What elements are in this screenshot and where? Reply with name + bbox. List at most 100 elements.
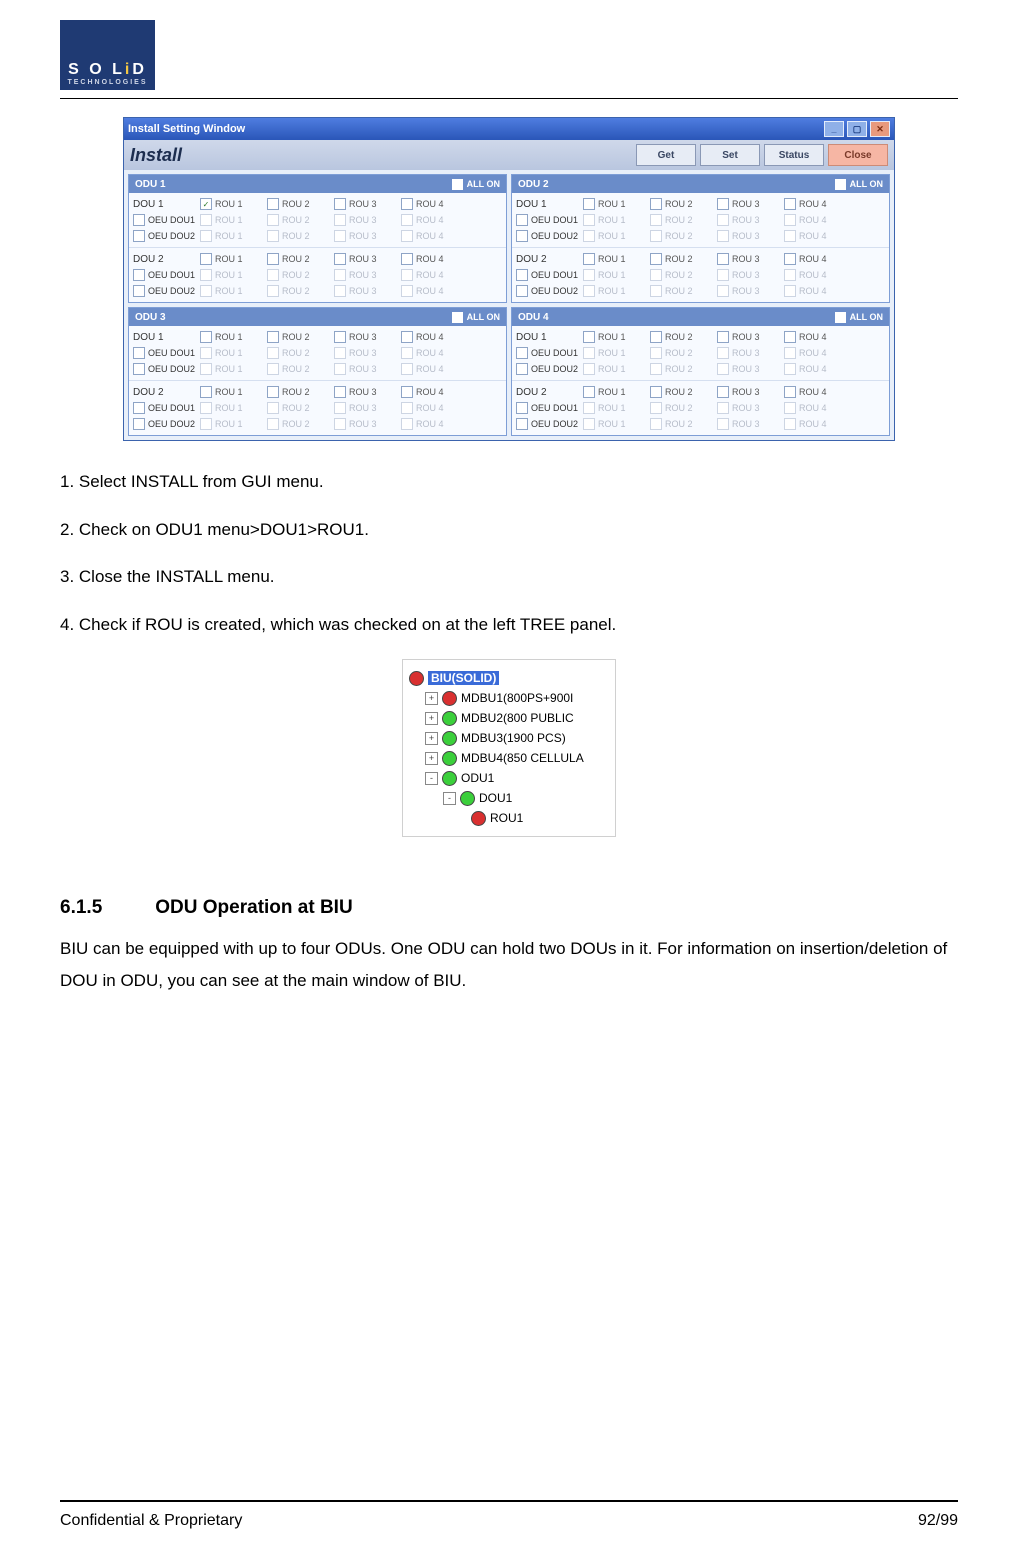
tree-item[interactable]: +MDBU2(800 PUBLIC <box>409 708 609 728</box>
rou-cell[interactable]: ROU 2 <box>267 198 329 210</box>
checkbox-icon[interactable] <box>133 285 145 297</box>
all-on[interactable]: ALL ON <box>835 179 883 190</box>
checkbox-icon[interactable] <box>401 347 413 359</box>
checkbox-icon[interactable] <box>133 402 145 414</box>
rou-cell[interactable]: ROU 1 <box>583 285 645 297</box>
checkbox-icon[interactable] <box>200 402 212 414</box>
checkbox-icon[interactable] <box>133 347 145 359</box>
checkbox-icon[interactable] <box>784 214 796 226</box>
checkbox-icon[interactable] <box>717 214 729 226</box>
checkbox-icon[interactable] <box>516 285 528 297</box>
checkbox-icon[interactable] <box>267 285 279 297</box>
tree-item[interactable]: +MDBU3(1900 PCS) <box>409 728 609 748</box>
rou-cell[interactable]: ROU 4 <box>401 198 463 210</box>
rou-cell[interactable]: ROU 2 <box>267 230 329 242</box>
rou-cell[interactable]: ROU 1 <box>200 347 262 359</box>
rou-cell[interactable]: ROU 4 <box>784 363 846 375</box>
checkbox-icon[interactable] <box>334 230 346 242</box>
checkbox-icon[interactable] <box>784 402 796 414</box>
rou-cell[interactable]: ROU 2 <box>267 214 329 226</box>
checkbox-icon[interactable] <box>717 230 729 242</box>
rou-cell[interactable]: ROU 2 <box>650 347 712 359</box>
checkbox-icon[interactable] <box>334 214 346 226</box>
checkbox-icon[interactable] <box>133 269 145 281</box>
expander-icon[interactable]: - <box>443 792 456 805</box>
checkbox-icon[interactable] <box>835 312 846 323</box>
tree-sub[interactable]: - DOU1 <box>409 788 609 808</box>
window-titlebar[interactable]: Install Setting Window _ ▢ ✕ <box>124 118 894 140</box>
checkbox-icon[interactable] <box>267 253 279 265</box>
checkbox-icon[interactable] <box>267 230 279 242</box>
expander-icon[interactable]: + <box>425 692 438 705</box>
checkbox-icon[interactable] <box>516 269 528 281</box>
rou-cell[interactable]: ROU 4 <box>784 331 846 343</box>
rou-cell[interactable]: ROU 1 <box>583 269 645 281</box>
checkbox-icon[interactable] <box>401 386 413 398</box>
rou-cell[interactable]: ROU 3 <box>717 402 779 414</box>
rou-cell[interactable]: ROU 1 <box>200 363 262 375</box>
checkbox-icon[interactable] <box>784 198 796 210</box>
rou-cell[interactable]: ROU 2 <box>267 285 329 297</box>
rou-cell[interactable]: ROU 1 <box>200 418 262 430</box>
minimize-icon[interactable]: _ <box>824 121 844 137</box>
checkbox-icon[interactable] <box>784 285 796 297</box>
rou-cell[interactable]: ROU 3 <box>717 285 779 297</box>
checkbox-icon[interactable] <box>717 363 729 375</box>
checkbox-icon[interactable] <box>334 331 346 343</box>
expander-icon[interactable]: + <box>425 752 438 765</box>
checkbox-icon[interactable] <box>401 253 413 265</box>
rou-cell[interactable]: ROU 4 <box>784 347 846 359</box>
checkbox-icon[interactable] <box>200 331 212 343</box>
all-on[interactable]: ALL ON <box>452 312 500 323</box>
checkbox-icon[interactable] <box>717 285 729 297</box>
checkbox-icon[interactable] <box>334 347 346 359</box>
checkbox-icon[interactable] <box>583 418 595 430</box>
checkbox-icon[interactable] <box>650 418 662 430</box>
rou-cell[interactable]: ROU 2 <box>650 253 712 265</box>
checkbox-icon[interactable] <box>835 179 846 190</box>
rou-cell[interactable]: ROU 4 <box>784 269 846 281</box>
rou-cell[interactable]: ROU 4 <box>784 386 846 398</box>
rou-cell[interactable]: ROU 4 <box>784 230 846 242</box>
rou-cell[interactable]: ROU 3 <box>334 386 396 398</box>
rou-cell[interactable]: ROU 3 <box>334 418 396 430</box>
checkbox-icon[interactable] <box>401 285 413 297</box>
checkbox-icon[interactable] <box>717 402 729 414</box>
rou-cell[interactable]: ROU 4 <box>784 285 846 297</box>
rou-cell[interactable]: ROU 3 <box>334 347 396 359</box>
checkbox-icon[interactable] <box>784 418 796 430</box>
checkbox-icon[interactable] <box>200 198 212 210</box>
checkbox-icon[interactable] <box>452 179 463 190</box>
rou-cell[interactable]: ROU 3 <box>334 363 396 375</box>
rou-cell[interactable]: ROU 3 <box>334 331 396 343</box>
checkbox-icon[interactable] <box>516 214 528 226</box>
rou-cell[interactable]: ROU 2 <box>267 347 329 359</box>
checkbox-icon[interactable] <box>267 363 279 375</box>
rou-cell[interactable]: ROU 1 <box>200 402 262 414</box>
tree-item[interactable]: -ODU1 <box>409 768 609 788</box>
rou-cell[interactable]: ROU 3 <box>717 386 779 398</box>
rou-cell[interactable]: ROU 4 <box>401 230 463 242</box>
maximize-icon[interactable]: ▢ <box>847 121 867 137</box>
rou-cell[interactable]: ROU 3 <box>717 198 779 210</box>
rou-cell[interactable]: ROU 3 <box>334 230 396 242</box>
rou-cell[interactable]: ROU 4 <box>401 285 463 297</box>
rou-cell[interactable]: ROU 1 <box>200 269 262 281</box>
checkbox-icon[interactable] <box>133 214 145 226</box>
checkbox-icon[interactable] <box>717 253 729 265</box>
get-button[interactable]: Get <box>636 144 696 166</box>
checkbox-icon[interactable] <box>452 312 463 323</box>
checkbox-icon[interactable] <box>717 269 729 281</box>
rou-cell[interactable]: ROU 2 <box>650 418 712 430</box>
checkbox-icon[interactable] <box>650 347 662 359</box>
checkbox-icon[interactable] <box>583 363 595 375</box>
rou-cell[interactable]: ROU 3 <box>717 214 779 226</box>
rou-cell[interactable]: ROU 4 <box>401 253 463 265</box>
checkbox-icon[interactable] <box>200 230 212 242</box>
checkbox-icon[interactable] <box>650 331 662 343</box>
checkbox-icon[interactable] <box>200 214 212 226</box>
checkbox-icon[interactable] <box>717 198 729 210</box>
rou-cell[interactable]: ROU 4 <box>784 253 846 265</box>
rou-cell[interactable]: ROU 1 <box>583 363 645 375</box>
tree-item[interactable]: +MDBU4(850 CELLULA <box>409 748 609 768</box>
